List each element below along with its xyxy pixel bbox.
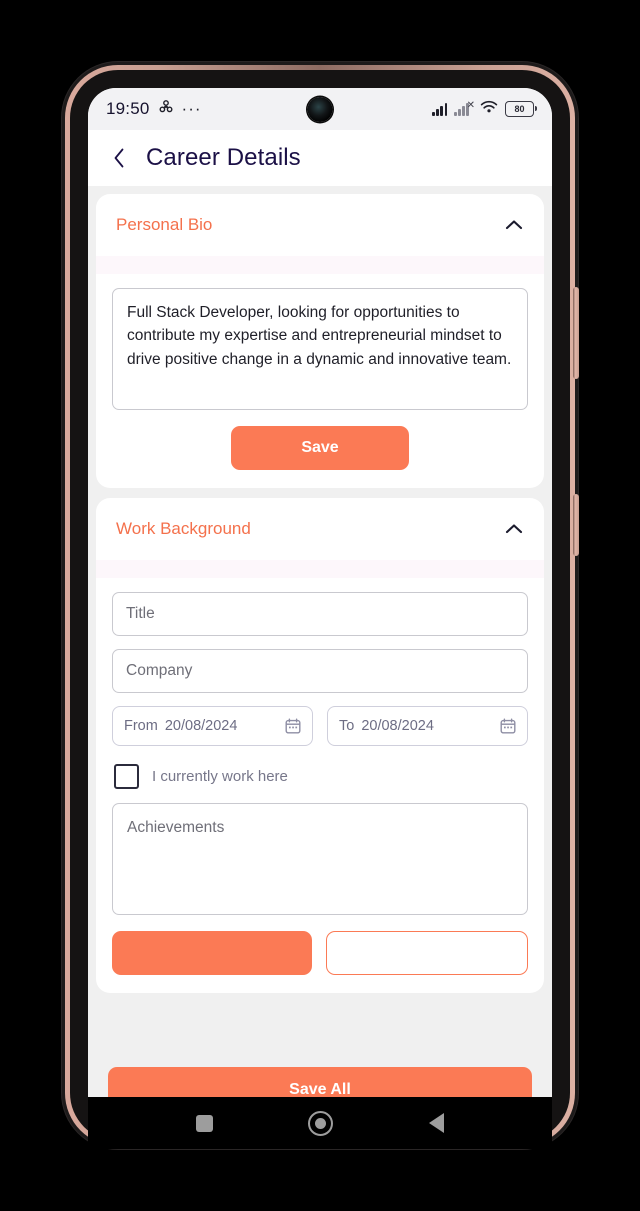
status-time: 19:50: [106, 99, 150, 118]
power-button[interactable]: [573, 494, 579, 556]
phone-screen: 19:50 ··· ✕ 80 Career Details Personal B…: [88, 88, 552, 1123]
work-background-divider-band: [96, 560, 544, 578]
wifi-icon: [480, 100, 498, 119]
work-save-button[interactable]: [112, 931, 312, 975]
personal-bio-divider-band: [96, 256, 544, 274]
recents-button[interactable]: [195, 1114, 213, 1132]
to-date-value: 20/08/2024: [361, 718, 434, 734]
to-label: To: [339, 718, 355, 734]
company-input[interactable]: Company: [112, 649, 528, 693]
calendar-icon[interactable]: [285, 718, 301, 734]
from-label: From: [124, 718, 158, 734]
more-icon: ···: [181, 99, 202, 118]
currently-work-here-label: I currently work here: [152, 768, 288, 785]
personal-bio-title: Personal Bio: [116, 215, 213, 234]
work-background-body: Title Company From 20/08/2024 To 20/08/2…: [96, 578, 544, 993]
android-navigation-bar: [88, 1097, 552, 1149]
achievements-textarea[interactable]: Achievements: [112, 803, 528, 915]
back-button[interactable]: [429, 1113, 445, 1133]
currently-work-here-row[interactable]: I currently work here: [112, 752, 528, 803]
personal-bio-card: Personal Bio Full Stack Developer, looki…: [96, 194, 544, 488]
personal-bio-header[interactable]: Personal Bio: [96, 194, 544, 256]
signal-bars-icon: [432, 102, 448, 116]
status-bar: 19:50 ··· ✕ 80: [88, 88, 552, 130]
personal-bio-save-row: Save: [112, 410, 528, 470]
chevron-up-icon[interactable]: [504, 215, 524, 235]
page-title: Career Details: [146, 144, 301, 171]
phone-frame: 19:50 ··· ✕ 80 Career Details Personal B…: [62, 62, 579, 1149]
home-button[interactable]: [308, 1110, 334, 1136]
job-title-input[interactable]: Title: [112, 592, 528, 636]
back-navigation-button[interactable]: [110, 146, 128, 170]
work-background-header[interactable]: Work Background: [96, 498, 544, 560]
chevron-up-icon[interactable]: [504, 519, 524, 539]
bio-textarea[interactable]: Full Stack Developer, looking for opport…: [112, 288, 528, 410]
status-bar-left: 19:50 ···: [106, 99, 202, 119]
content-scroll-area[interactable]: Personal Bio Full Stack Developer, looki…: [88, 186, 552, 1057]
signal-no-sim-icon: ✕: [454, 100, 475, 116]
calendar-icon[interactable]: [500, 718, 516, 734]
date-range-row: From 20/08/2024 To 20/08/2024: [112, 706, 528, 746]
front-camera-punch-hole: [307, 97, 333, 122]
from-date-field[interactable]: From 20/08/2024: [112, 706, 313, 746]
status-bar-right: ✕ 80: [432, 100, 537, 119]
personal-bio-body: Full Stack Developer, looking for opport…: [96, 274, 544, 488]
work-background-title: Work Background: [116, 519, 251, 538]
battery-icon: 80: [505, 101, 537, 117]
currently-work-here-checkbox[interactable]: [114, 764, 139, 789]
app-bar: Career Details: [88, 130, 552, 186]
to-date-field[interactable]: To 20/08/2024: [327, 706, 528, 746]
work-background-button-row: [112, 915, 528, 975]
save-button[interactable]: Save: [231, 426, 409, 470]
work-add-button[interactable]: [326, 931, 528, 975]
bluetooth-icon: [159, 99, 173, 119]
work-background-card: Work Background Title Company From 20/08…: [96, 498, 544, 993]
volume-rocker-button[interactable]: [573, 287, 579, 379]
from-date-value: 20/08/2024: [164, 718, 238, 734]
battery-level: 80: [514, 104, 525, 114]
